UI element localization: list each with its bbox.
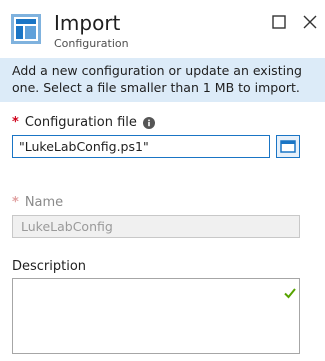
required-marker: * bbox=[12, 115, 19, 130]
info-icon[interactable] bbox=[142, 116, 155, 129]
configuration-file-input[interactable] bbox=[12, 135, 270, 158]
info-banner: Add a new configuration or update an exi… bbox=[0, 58, 325, 102]
description-field[interactable] bbox=[12, 278, 300, 354]
name-label: * Name bbox=[12, 195, 63, 211]
configuration-file-label: * Configuration file bbox=[12, 115, 155, 131]
maximize-icon[interactable] bbox=[271, 14, 287, 30]
close-icon[interactable] bbox=[302, 14, 318, 30]
page-title: Import bbox=[54, 11, 121, 35]
page-subtitle: Configuration bbox=[54, 37, 129, 50]
checkmark-icon bbox=[284, 284, 296, 299]
name-field bbox=[12, 215, 300, 238]
browse-file-button[interactable] bbox=[276, 135, 300, 158]
description-label: Description bbox=[12, 259, 87, 274]
required-marker: * bbox=[12, 195, 19, 210]
name-label-text: Name bbox=[24, 195, 64, 210]
configuration-file-label-text: Configuration file bbox=[24, 115, 137, 130]
blade-header: Import Configuration bbox=[0, 0, 325, 58]
configuration-blade-icon bbox=[11, 14, 41, 44]
folder-icon bbox=[280, 140, 296, 153]
